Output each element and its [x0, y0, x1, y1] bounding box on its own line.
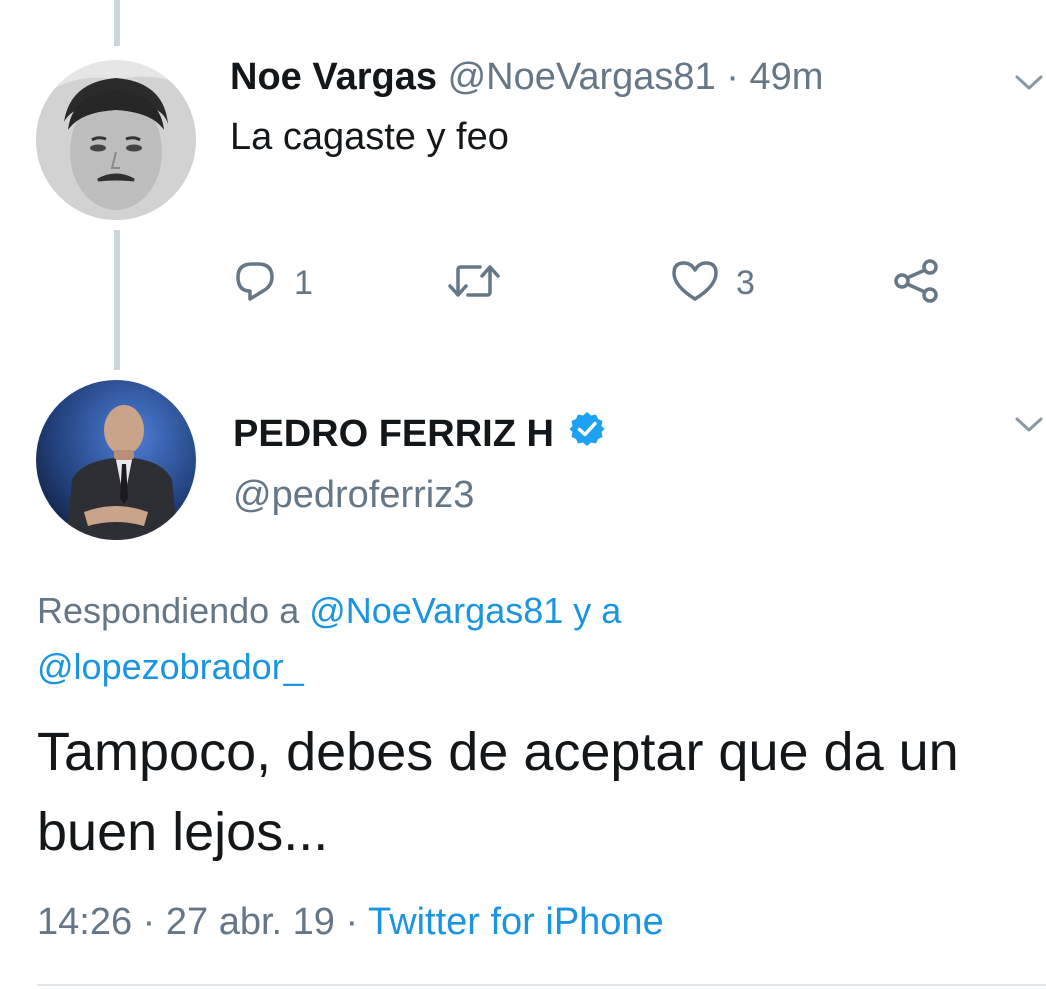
- avatar-noe-vargas[interactable]: [36, 60, 196, 220]
- avatar-pedro-ferriz[interactable]: [36, 380, 196, 540]
- tweet1-author-handle[interactable]: @NoeVargas81: [448, 56, 716, 98]
- tweet2-separator-1: ·: [142, 901, 156, 943]
- replying-to: Respondiendo a @NoeVargas81 y a @lopezob…: [37, 583, 997, 695]
- share-icon: [892, 257, 940, 310]
- retweet-icon: [446, 258, 502, 309]
- reply-icon: [232, 258, 278, 309]
- divider: [37, 984, 1046, 986]
- reply-count: 1: [294, 263, 313, 302]
- tweet1-text: La cagaste y feo: [230, 116, 509, 158]
- thread-line-top: [114, 0, 120, 46]
- like-button[interactable]: 3: [670, 258, 755, 308]
- tweet1-chevron-down-icon[interactable]: [1014, 74, 1044, 97]
- replying-joiner: y a: [573, 590, 622, 631]
- share-button[interactable]: [892, 258, 940, 308]
- replying-mention-lopezobrador[interactable]: @lopezobrador_: [37, 646, 304, 687]
- tweet2-meta: 14:26 · 27 abr. 19 · Twitter for iPhone: [37, 898, 664, 946]
- reply-button[interactable]: 1: [232, 258, 313, 308]
- tweet2-time: 14:26: [37, 901, 133, 943]
- replying-mention-noevargas[interactable]: @NoeVargas81: [309, 590, 563, 631]
- tweet2-date: 27 abr. 19: [165, 901, 335, 943]
- replying-prefix: Respondiendo a: [37, 590, 300, 631]
- tweet2-separator-2: ·: [345, 901, 359, 943]
- tweet2-author-name-row: PEDRO FERRIZ H: [233, 410, 606, 458]
- tweet2-author-handle[interactable]: @pedroferriz3: [233, 473, 474, 517]
- tweet1-author-name[interactable]: Noe Vargas: [230, 56, 437, 98]
- verified-badge-icon: [568, 410, 606, 458]
- tweet2-source[interactable]: Twitter for iPhone: [368, 901, 664, 943]
- thread-line-middle: [114, 230, 120, 370]
- tweet1-header: Noe Vargas @NoeVargas81 · 49m: [230, 55, 823, 99]
- tweet2-chevron-down-icon[interactable]: [1014, 416, 1044, 439]
- retweet-button[interactable]: [446, 258, 502, 308]
- tweet2-text: Tampoco, debes de aceptar que da un buen…: [37, 722, 959, 862]
- like-count: 3: [736, 263, 755, 302]
- tweet2-author-name[interactable]: PEDRO FERRIZ H: [233, 412, 554, 456]
- heart-icon: [670, 258, 720, 309]
- tweet1-separator: ·: [726, 56, 739, 98]
- tweet1-time[interactable]: 49m: [749, 56, 823, 98]
